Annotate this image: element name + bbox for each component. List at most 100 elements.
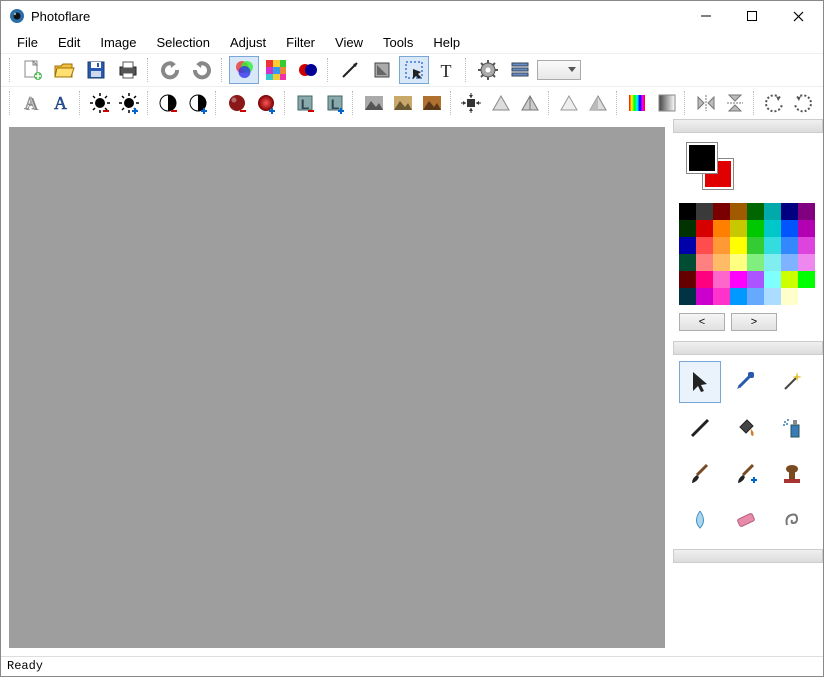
flip-vertical-button[interactable] [721, 89, 748, 117]
palette-next-button[interactable]: > [731, 313, 777, 331]
magic-wand-tool[interactable] [771, 361, 813, 403]
rotate-right-button[interactable]: L [321, 89, 348, 117]
palette-swatch[interactable] [696, 220, 713, 237]
rgb-channels-button[interactable] [229, 56, 259, 84]
text-color-button[interactable]: A [47, 89, 75, 117]
triangle-3-button[interactable] [555, 89, 582, 117]
saturation-up-button[interactable] [253, 89, 280, 117]
palette-swatch[interactable] [696, 288, 713, 305]
menu-adjust[interactable]: Adjust [220, 33, 276, 52]
gray-gradient-button[interactable] [653, 89, 680, 117]
palette-swatch[interactable] [730, 237, 747, 254]
palette-swatch[interactable] [713, 288, 730, 305]
menu-edit[interactable]: Edit [48, 33, 90, 52]
open-file-button[interactable] [49, 56, 79, 84]
rotate-cw-button[interactable] [790, 89, 817, 117]
hue-rainbow-button[interactable] [624, 89, 651, 117]
palette-swatch[interactable] [679, 220, 696, 237]
fg-bg-swatches[interactable] [687, 143, 823, 197]
color-panel-header[interactable] [673, 119, 823, 133]
palette-swatch[interactable] [781, 237, 798, 254]
spray-tool[interactable] [771, 407, 813, 449]
maximize-button[interactable] [729, 1, 775, 31]
zoom-dropdown[interactable] [537, 60, 581, 80]
palette-swatch[interactable] [696, 271, 713, 288]
palette-swatch[interactable] [764, 271, 781, 288]
palette-swatch[interactable] [747, 203, 764, 220]
tools-panel-header[interactable] [673, 341, 823, 355]
palette-swatch[interactable] [781, 288, 798, 305]
palette-swatch[interactable] [798, 203, 815, 220]
select-tool-button[interactable] [399, 56, 429, 84]
palette-swatch[interactable] [679, 288, 696, 305]
triangle-1-button[interactable] [487, 89, 514, 117]
crop-tool-button[interactable] [367, 56, 397, 84]
palette-swatch[interactable] [747, 220, 764, 237]
redo-button[interactable] [187, 56, 217, 84]
text-tool-button[interactable]: T [431, 56, 461, 84]
triangle-4-button[interactable] [585, 89, 612, 117]
palette-swatch[interactable] [764, 254, 781, 271]
contrast-up-button[interactable] [184, 89, 211, 117]
save-button[interactable] [81, 56, 111, 84]
palette-swatch[interactable] [798, 254, 815, 271]
palette-swatch[interactable] [730, 203, 747, 220]
blur-tool[interactable] [679, 499, 721, 541]
grayscale-button[interactable] [360, 89, 387, 117]
print-button[interactable] [113, 56, 143, 84]
palette-swatch[interactable] [747, 237, 764, 254]
menu-selection[interactable]: Selection [147, 33, 220, 52]
canvas-area[interactable] [9, 127, 665, 648]
brightness-up-button[interactable] [116, 89, 143, 117]
menu-tools[interactable]: Tools [373, 33, 423, 52]
brightness-down-button[interactable] [86, 89, 113, 117]
menu-filter[interactable]: Filter [276, 33, 325, 52]
palette-swatch[interactable] [764, 203, 781, 220]
paintbrush-tool[interactable] [679, 453, 721, 495]
palette-swatch[interactable] [798, 237, 815, 254]
close-button[interactable] [775, 1, 821, 31]
palette-swatch[interactable] [764, 288, 781, 305]
sepia-button[interactable] [419, 89, 446, 117]
menu-view[interactable]: View [325, 33, 373, 52]
palette-swatch[interactable] [679, 254, 696, 271]
palette-swatch[interactable] [747, 271, 764, 288]
eyedropper-tool[interactable] [725, 361, 767, 403]
pixelate-button[interactable] [261, 56, 291, 84]
menu-image[interactable]: Image [90, 33, 146, 52]
line-tool-button[interactable] [335, 56, 365, 84]
smudge-tool[interactable] [771, 499, 813, 541]
palette-swatch[interactable] [713, 237, 730, 254]
palette-swatch[interactable] [713, 220, 730, 237]
palette-swatch[interactable] [798, 271, 815, 288]
foreground-color-swatch[interactable] [687, 143, 717, 173]
stamp-tool[interactable] [771, 453, 813, 495]
new-file-button[interactable] [17, 56, 47, 84]
pointer-tool[interactable] [679, 361, 721, 403]
palette-swatch[interactable] [798, 220, 815, 237]
clone-brush-tool[interactable] [725, 453, 767, 495]
bucket-fill-tool[interactable] [725, 407, 767, 449]
palette-swatch[interactable] [764, 237, 781, 254]
palette-swatch[interactable] [781, 203, 798, 220]
color-circles-button[interactable] [293, 56, 323, 84]
palette-swatch[interactable] [696, 254, 713, 271]
menu-file[interactable]: File [7, 33, 48, 52]
minimize-button[interactable] [683, 1, 729, 31]
palette-swatch[interactable] [713, 203, 730, 220]
palette-swatch[interactable] [696, 237, 713, 254]
layers-button[interactable] [505, 56, 535, 84]
text-shadow-button[interactable]: AA [17, 89, 45, 117]
palette-swatch[interactable] [764, 220, 781, 237]
bottom-panel-header[interactable] [673, 549, 823, 563]
palette-swatch[interactable] [730, 220, 747, 237]
eraser-tool[interactable] [725, 499, 767, 541]
settings-button[interactable] [473, 56, 503, 84]
saturation-down-button[interactable] [223, 89, 250, 117]
palette-swatch[interactable] [781, 220, 798, 237]
rotate-ccw-button[interactable] [760, 89, 787, 117]
palette-swatch[interactable] [679, 203, 696, 220]
palette-swatch[interactable] [713, 254, 730, 271]
palette-swatch[interactable] [679, 271, 696, 288]
palette-swatch[interactable] [730, 271, 747, 288]
